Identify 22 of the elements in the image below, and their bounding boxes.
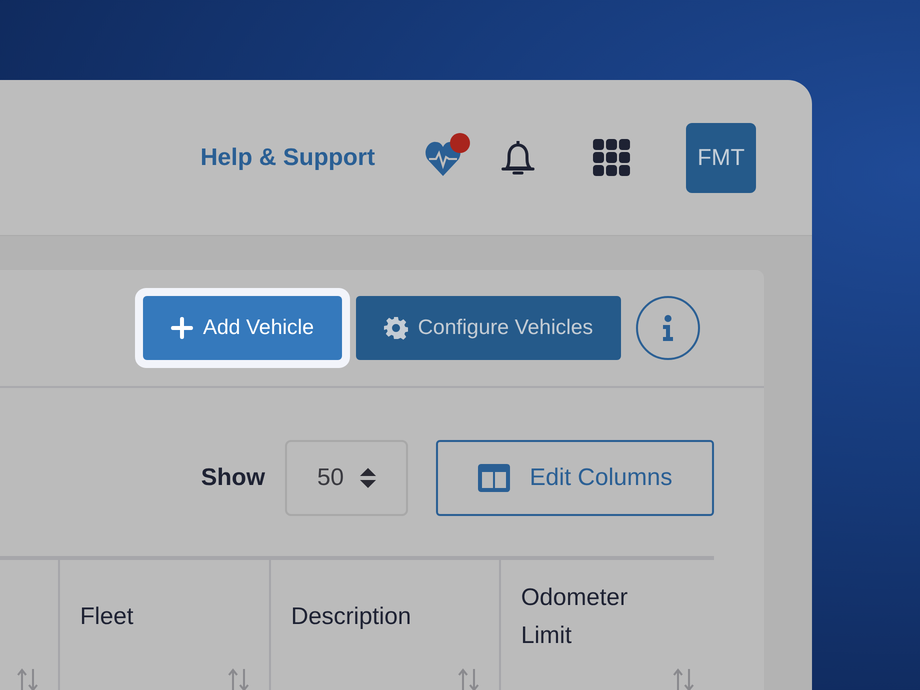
info-button[interactable] <box>636 296 700 360</box>
configure-vehicles-button[interactable]: Configure Vehicles <box>356 296 621 360</box>
info-icon <box>662 315 674 341</box>
show-label: Show <box>201 463 265 493</box>
columns-icon <box>478 464 510 492</box>
plus-icon <box>170 317 193 339</box>
gear-icon <box>384 316 408 340</box>
user-avatar[interactable]: FMT <box>686 122 756 192</box>
sort-icon[interactable] <box>16 668 40 690</box>
help-link[interactable]: Help & Support <box>200 140 375 176</box>
sort-icon[interactable] <box>457 668 481 690</box>
edit-columns-button[interactable]: Edit Columns <box>436 440 714 516</box>
sort-icon[interactable] <box>227 668 251 690</box>
column-header: Fleet <box>80 603 134 630</box>
bell-icon[interactable] <box>501 138 535 176</box>
add-vehicle-button[interactable]: Add Vehicle <box>142 296 342 360</box>
sort-icon[interactable] <box>672 668 696 690</box>
sort-arrows-icon <box>360 467 376 489</box>
page-size-select[interactable]: 50 <box>285 440 408 516</box>
column-header: Description <box>291 603 412 630</box>
apps-grid-icon[interactable] <box>593 138 631 176</box>
column-header: Odometer Limit <box>521 583 629 651</box>
